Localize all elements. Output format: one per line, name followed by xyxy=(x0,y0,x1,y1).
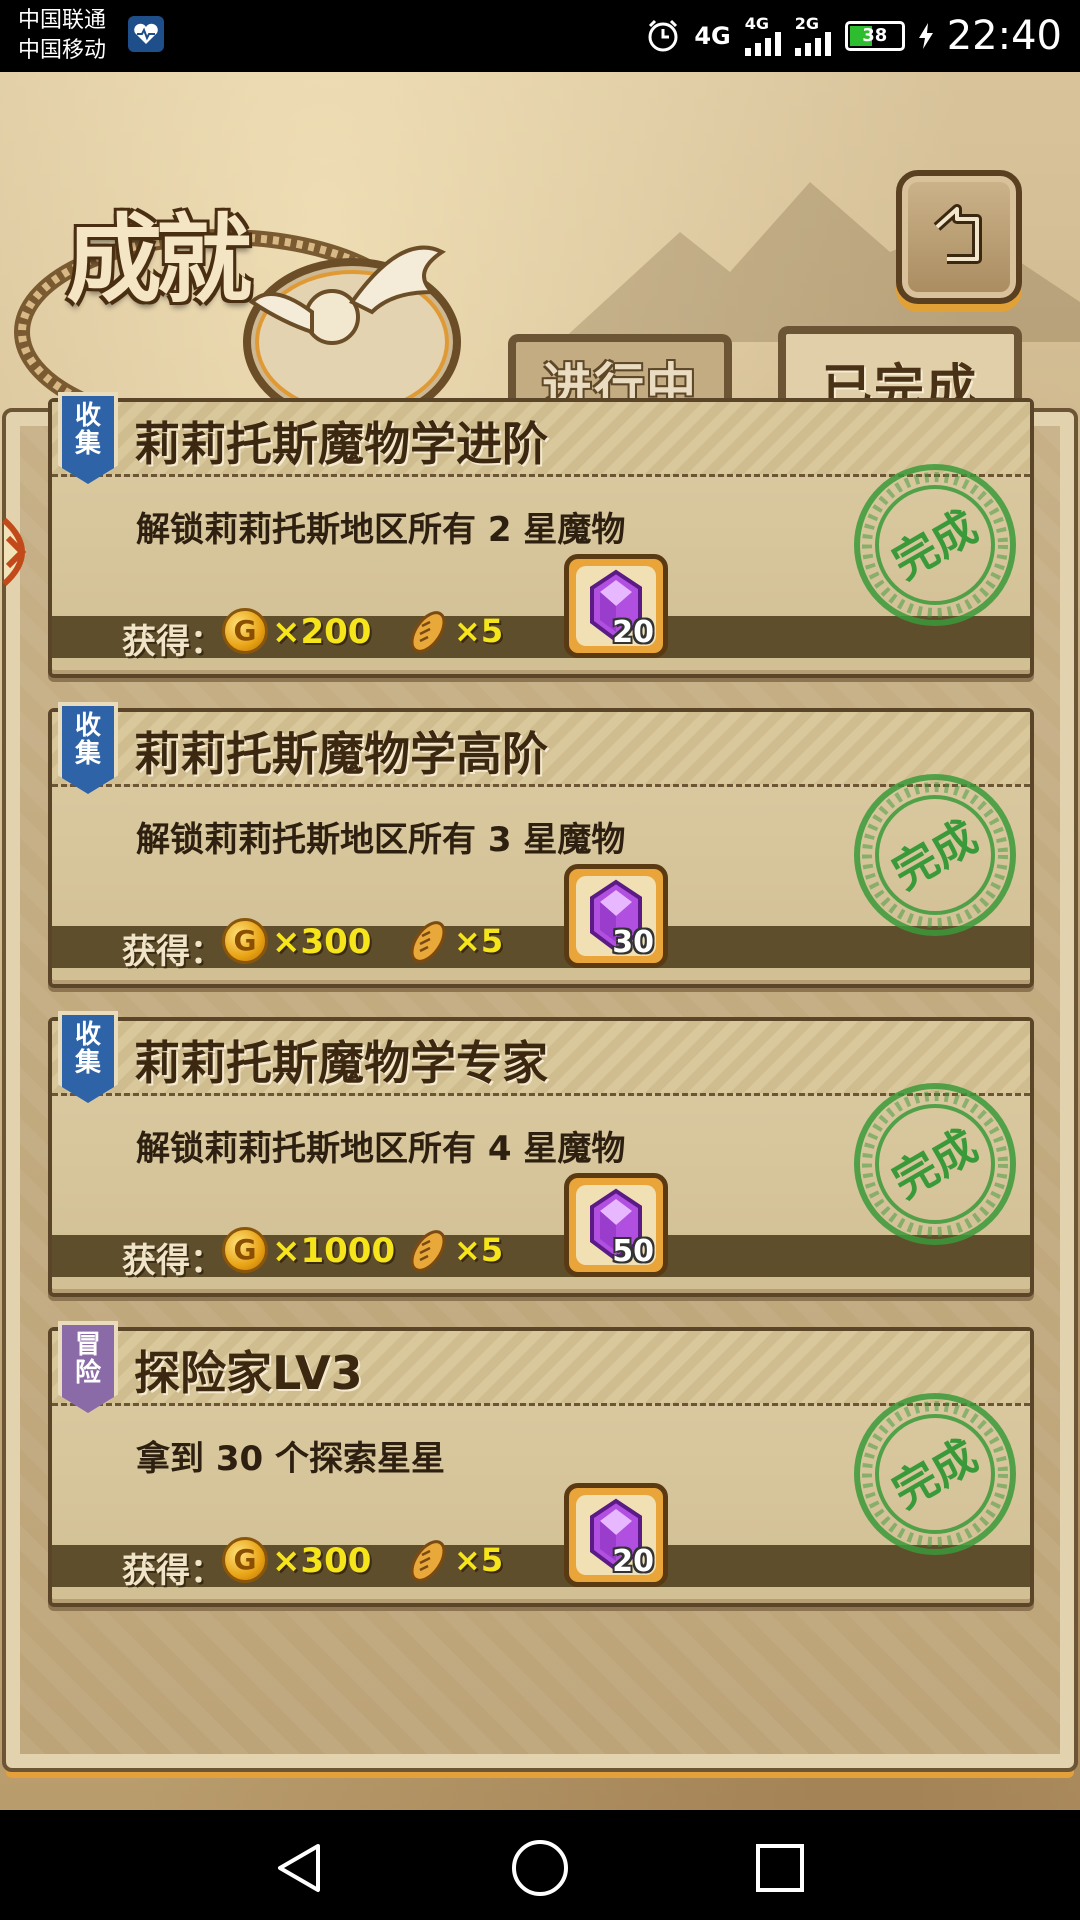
back-arrow-icon xyxy=(933,204,982,264)
bread-reward-amount: ×5 xyxy=(454,1231,504,1269)
category-label-line2: 险 xyxy=(74,1358,101,1388)
clock-time: 22:40 xyxy=(946,13,1062,59)
carrier-2: 中国移动 xyxy=(18,38,107,63)
achievement-title: 莉莉托斯魔物学专家 xyxy=(134,1036,548,1090)
reward-label: 获得： xyxy=(122,1551,224,1591)
bread-icon xyxy=(410,611,446,653)
completed-stamp-icon: 完成 xyxy=(854,1083,1016,1245)
achievement-title: 莉莉托斯魔物学高阶 xyxy=(134,727,548,781)
nav-home-icon[interactable] xyxy=(510,1838,570,1898)
bread-icon xyxy=(410,921,446,963)
bread-reward-amount: ×5 xyxy=(454,612,504,650)
completed-stamp-icon: 完成 xyxy=(854,464,1016,626)
page-title: 成就 xyxy=(66,204,252,316)
carrier-1: 中国联通 xyxy=(18,8,107,33)
reward-label: 获得： xyxy=(122,622,224,662)
stamp-text: 完成 xyxy=(884,1430,986,1518)
charging-icon xyxy=(918,23,933,49)
category-label-line1: 收 xyxy=(74,401,101,431)
achievement-description: 拿到 30 个探索星星 xyxy=(136,1439,445,1479)
gem-reward-count: 20 xyxy=(612,1544,654,1579)
gem-reward-count: 50 xyxy=(612,1234,654,1269)
category-label-line2: 集 xyxy=(74,739,101,769)
completed-stamp-icon: 完成 xyxy=(854,1393,1016,1555)
achievement-card[interactable]: 收 集 莉莉托斯魔物学高阶 解锁莉莉托斯地区所有 3 星魔物 获得： G ×30… xyxy=(48,702,1034,988)
status-bar: 中国联通 中国移动 4G 4G 2G 38 22:40 xyxy=(0,0,1080,72)
gem-reward-count: 20 xyxy=(612,615,654,650)
category-ribbon: 收 集 xyxy=(58,702,118,794)
reward-label: 获得： xyxy=(122,1241,224,1281)
category-label-line2: 集 xyxy=(74,429,101,459)
achievement-card[interactable]: 收 集 莉莉托斯魔物学进阶 解锁莉莉托斯地区所有 2 星魔物 获得： G ×20… xyxy=(48,392,1034,678)
gem-reward-box: 30 xyxy=(564,864,668,968)
reward-label: 获得： xyxy=(122,932,224,972)
battery-level: 38 xyxy=(862,25,888,46)
back-button[interactable] xyxy=(896,170,1022,304)
stamp-text: 完成 xyxy=(884,1120,986,1208)
gem-reward-box: 50 xyxy=(564,1173,668,1277)
category-label-line1: 冒 xyxy=(74,1330,101,1360)
gem-reward-box: 20 xyxy=(564,554,668,658)
coin-reward-amount: ×300 xyxy=(272,922,372,962)
signal-icon-2 xyxy=(794,32,831,56)
achievement-description: 解锁莉莉托斯地区所有 3 星魔物 xyxy=(136,820,626,860)
nav-back-icon[interactable] xyxy=(270,1838,330,1898)
signal-icon-1 xyxy=(744,32,781,56)
category-ribbon: 冒 险 xyxy=(58,1321,118,1413)
achievement-title: 莉莉托斯魔物学进阶 xyxy=(134,417,548,471)
gold-coin-icon: G xyxy=(222,1537,268,1583)
achievement-title: 探险家LV3 xyxy=(134,1346,363,1400)
coin-reward-amount: ×200 xyxy=(272,612,372,652)
carrier-names: 中国联通 中国移动 xyxy=(18,6,106,66)
alarm-icon xyxy=(648,19,678,52)
network-type-3: 2G xyxy=(794,14,819,33)
network-type-1: 4G xyxy=(694,22,731,50)
achievement-card[interactable]: 收 集 莉莉托斯魔物学专家 解锁莉莉托斯地区所有 4 星魔物 获得： G ×10… xyxy=(48,1011,1034,1297)
gem-reward-box: 20 xyxy=(564,1483,668,1587)
coin-reward-amount: ×1000 xyxy=(272,1231,396,1271)
network-type-2: 4G xyxy=(744,14,769,33)
category-label-line2: 集 xyxy=(74,1048,101,1078)
coin-reward-amount: ×300 xyxy=(272,1541,372,1581)
gold-coin-icon: G xyxy=(222,918,268,964)
bread-icon xyxy=(410,1230,446,1272)
nav-recents-icon[interactable] xyxy=(750,1838,810,1898)
completed-stamp-icon: 完成 xyxy=(854,774,1016,936)
category-label-line1: 收 xyxy=(74,711,101,741)
achievement-description: 解锁莉莉托斯地区所有 2 星魔物 xyxy=(136,510,626,550)
stamp-text: 完成 xyxy=(884,501,986,589)
category-ribbon: 收 集 xyxy=(58,1011,118,1103)
health-app-icon xyxy=(128,16,164,52)
gold-coin-icon: G xyxy=(222,1227,268,1273)
stamp-text: 完成 xyxy=(884,811,986,899)
bread-icon xyxy=(410,1540,446,1582)
battery-icon: 38 xyxy=(844,21,905,51)
gold-coin-icon: G xyxy=(222,608,268,654)
category-label-line1: 收 xyxy=(74,1020,101,1050)
gem-reward-count: 30 xyxy=(612,925,654,960)
bread-reward-amount: ×5 xyxy=(454,1541,504,1579)
achievement-card[interactable]: 冒 险 探险家LV3 拿到 30 个探索星星 获得： G ×300 ×5 20 xyxy=(48,1321,1034,1607)
system-nav-bar xyxy=(0,1810,1080,1920)
bread-reward-amount: ×5 xyxy=(454,922,504,960)
side-arrow-icon[interactable] xyxy=(0,516,44,588)
category-ribbon: 收 集 xyxy=(58,392,118,484)
achievement-description: 解锁莉莉托斯地区所有 4 星魔物 xyxy=(136,1129,626,1169)
achievement-screen: 成就 进行中 已完成 收 集 莉莉托斯魔物学进阶 解锁莉莉托斯地区所有 2 星魔… xyxy=(0,72,1080,1810)
